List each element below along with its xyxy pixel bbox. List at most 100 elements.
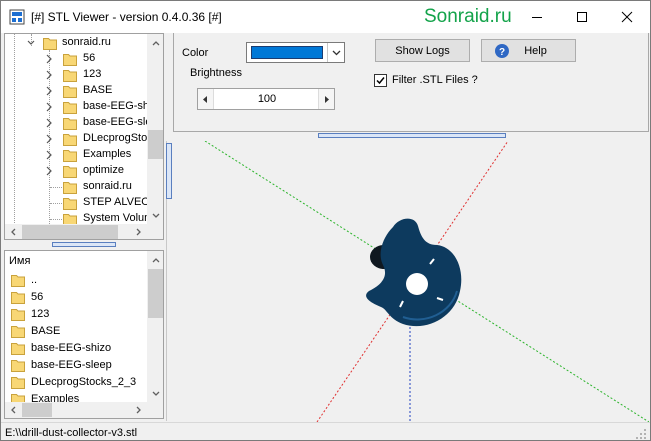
- list-item-label: BASE: [31, 325, 61, 337]
- help-label: Help: [524, 44, 547, 57]
- help-button[interactable]: ? Help: [481, 39, 576, 62]
- scroll-down-button[interactable]: [147, 207, 163, 224]
- list-item-label: base-EEG-shizo: [31, 342, 112, 354]
- scroll-down-button[interactable]: [147, 385, 163, 402]
- scroll-up-button[interactable]: [147, 251, 163, 268]
- folder-icon: [11, 341, 25, 355]
- splitter-handle[interactable]: [52, 242, 116, 247]
- folder-icon: [11, 324, 25, 338]
- folder-icon: [11, 375, 25, 389]
- close-icon: [621, 11, 633, 23]
- caret-left-icon: [203, 95, 207, 103]
- tree-item-label: sonraid.ru: [62, 36, 111, 48]
- color-select[interactable]: [246, 42, 345, 63]
- tree-guide-line: [50, 203, 62, 204]
- file-list[interactable]: Имя .. 56 123 BASE base-EEG-shizo base-EEG-sl…: [4, 250, 164, 419]
- list-item-label: ..: [31, 274, 38, 286]
- status-bar: E:\\drill-dust-collector-v3.stl: [1, 422, 650, 440]
- folder-icon: [43, 36, 57, 50]
- vertical-splitter[interactable]: [166, 141, 172, 421]
- brightness-label: Brightness: [190, 67, 242, 79]
- tree-guide-line: [50, 187, 62, 188]
- chevron-down-icon[interactable]: [327, 43, 344, 62]
- folder-icon: [11, 307, 25, 321]
- tree-item-label: base-EEG-shiz: [83, 100, 157, 112]
- scroll-left-button[interactable]: [5, 402, 21, 418]
- folder-icon: [63, 164, 77, 178]
- scroll-right-button[interactable]: [131, 402, 147, 418]
- scroll-thumb[interactable]: [22, 403, 52, 417]
- brightness-increase-button[interactable]: [318, 89, 334, 109]
- minimize-icon: [532, 17, 542, 18]
- top-pane-splitter[interactable]: [173, 133, 649, 138]
- tree-horizontal-scrollbar[interactable]: [5, 224, 147, 239]
- brightness-value[interactable]: 100: [215, 93, 319, 105]
- left-pane-splitter[interactable]: [4, 242, 164, 247]
- scroll-left-button[interactable]: [5, 224, 21, 239]
- tree-guide-line: [14, 34, 15, 239]
- folder-icon: [63, 148, 77, 162]
- maximize-icon: [577, 12, 587, 22]
- tree-item-label: 123: [83, 68, 102, 80]
- splitter-handle[interactable]: [166, 143, 172, 199]
- scroll-corner: [147, 224, 163, 239]
- chevron-right-icon: [46, 86, 52, 96]
- watermark-text: Sonraid.ru: [424, 6, 512, 27]
- chevron-right-icon: [46, 54, 52, 64]
- file-list-horizontal-scrollbar[interactable]: [5, 402, 147, 418]
- folder-icon: [11, 273, 25, 287]
- show-logs-button[interactable]: Show Logs: [375, 39, 470, 62]
- brightness-stepper[interactable]: 100: [197, 88, 335, 110]
- chevron-right-icon: [46, 118, 52, 128]
- chevron-right-icon: [136, 228, 141, 236]
- scroll-thumb[interactable]: [148, 130, 163, 159]
- file-list-vertical-scrollbar[interactable]: [147, 251, 163, 402]
- chevron-right-icon: [46, 102, 52, 112]
- filter-stl-checkbox[interactable]: [374, 74, 387, 87]
- folder-tree[interactable]: sonraid.ru 56 123 BASE base-EEG-shiz base-EE…: [4, 33, 164, 240]
- minimize-button[interactable]: [514, 1, 560, 33]
- window-title: [#] STL Viewer - version 0.4.0.36 [#]: [31, 10, 222, 24]
- maximize-button[interactable]: [559, 1, 605, 33]
- resize-grip-icon[interactable]: [635, 428, 647, 440]
- checkmark-icon: [376, 77, 385, 85]
- folder-icon: [63, 196, 77, 210]
- folder-icon: [63, 132, 77, 146]
- scroll-up-button[interactable]: [147, 34, 163, 51]
- chevron-down-icon: [152, 213, 159, 218]
- help-icon: ?: [495, 44, 509, 58]
- scroll-corner: [147, 402, 163, 418]
- splitter-handle[interactable]: [318, 133, 506, 138]
- status-path: E:\\drill-dust-collector-v3.stl: [5, 427, 138, 439]
- close-button[interactable]: [604, 1, 650, 33]
- filter-stl-label[interactable]: Filter .STL Files ?: [392, 74, 478, 86]
- control-panel: Color Brightness 100 Show Logs ? Help Fi…: [173, 33, 649, 132]
- folder-icon: [63, 84, 77, 98]
- list-item-label: base-EEG-sleep: [31, 359, 112, 371]
- tree-item-label: BASE: [83, 84, 113, 96]
- chevron-right-icon: [46, 70, 52, 80]
- app-window: [#] STL Viewer - version 0.4.0.36 [#] So…: [0, 0, 651, 441]
- brightness-decrease-button[interactable]: [198, 89, 214, 109]
- title-bar[interactable]: [#] STL Viewer - version 0.4.0.36 [#] So…: [1, 1, 650, 33]
- chevron-up-icon: [152, 40, 159, 45]
- viewport-canvas[interactable]: [175, 141, 649, 422]
- chevron-right-icon: [46, 134, 52, 144]
- scroll-thumb[interactable]: [148, 269, 163, 318]
- tree-item-label: optimize: [83, 164, 124, 176]
- tree-guide-line: [50, 219, 62, 220]
- scroll-thumb[interactable]: [22, 225, 118, 239]
- chevron-right-icon: [46, 150, 52, 160]
- caret-right-icon: [325, 95, 329, 103]
- chevron-left-icon: [11, 406, 16, 414]
- color-swatch: [251, 46, 323, 59]
- tree-vertical-scrollbar[interactable]: [147, 34, 163, 224]
- stl-model[interactable]: [366, 218, 462, 327]
- scroll-right-button[interactable]: [131, 224, 147, 239]
- chevron-right-icon: [136, 406, 141, 414]
- stl-viewport[interactable]: [175, 141, 649, 422]
- file-list-header[interactable]: Имя: [9, 255, 30, 267]
- chevron-down-icon: [27, 40, 35, 45]
- folder-icon: [63, 100, 77, 114]
- tree-item-label: sonraid.ru: [83, 180, 132, 192]
